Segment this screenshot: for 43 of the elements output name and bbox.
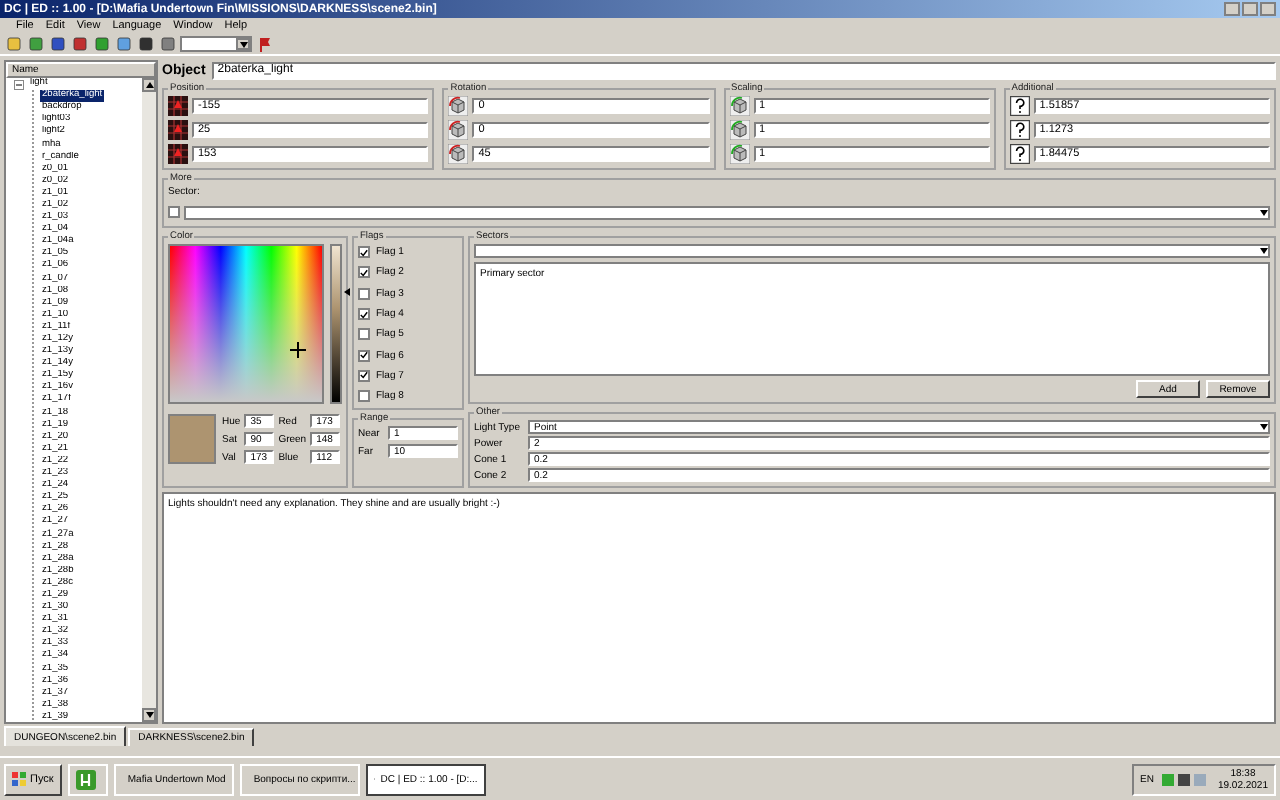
checkbox[interactable] [358,246,370,259]
cube-icon [729,96,749,116]
sector-dropdown[interactable] [184,205,1270,219]
checkbox[interactable] [358,266,370,279]
minimize-button[interactable] [1224,2,1240,16]
grid-arrow-icon [168,120,188,140]
close-button[interactable] [1260,2,1276,16]
caret-icon [1260,209,1268,215]
cube-icon [448,96,469,116]
checkbox[interactable] [168,206,180,218]
grid-arrow-icon [168,144,188,164]
flag-icon[interactable] [256,35,274,53]
checkbox[interactable] [358,287,370,300]
color-swatch [168,414,216,464]
checkbox[interactable] [358,349,370,362]
grid-arrow-icon [168,96,188,116]
checkbox[interactable] [358,308,370,321]
cube-icon [729,144,749,164]
maximize-button[interactable] [1242,2,1258,16]
toolbar-dropdown[interactable] [180,36,252,52]
collapse-icon[interactable] [14,79,24,90]
checkbox[interactable] [358,390,370,403]
scrollbar[interactable] [142,78,156,722]
checkbox[interactable] [358,328,370,341]
question-mark-icon [1009,120,1030,140]
crosshair-icon [290,342,306,358]
up-arrow-icon[interactable] [145,82,153,88]
cube-icon [448,144,469,164]
color-spectrum[interactable] [168,244,324,404]
caret-icon [239,41,247,47]
down-arrow-icon[interactable] [145,712,153,718]
slider-pointer-icon[interactable] [344,288,350,297]
torrent-icon[interactable] [67,763,108,795]
cube-icon [729,120,749,140]
caret-icon [1260,248,1268,254]
windows-logo [12,772,26,786]
caret-icon [1260,424,1268,430]
question-mark-icon [1009,96,1030,116]
tray-icons[interactable] [1161,771,1210,787]
checkbox[interactable] [358,369,370,382]
question-mark-icon [1009,144,1030,164]
sector-dropdown[interactable] [474,244,1270,258]
cube-icon [448,120,469,140]
